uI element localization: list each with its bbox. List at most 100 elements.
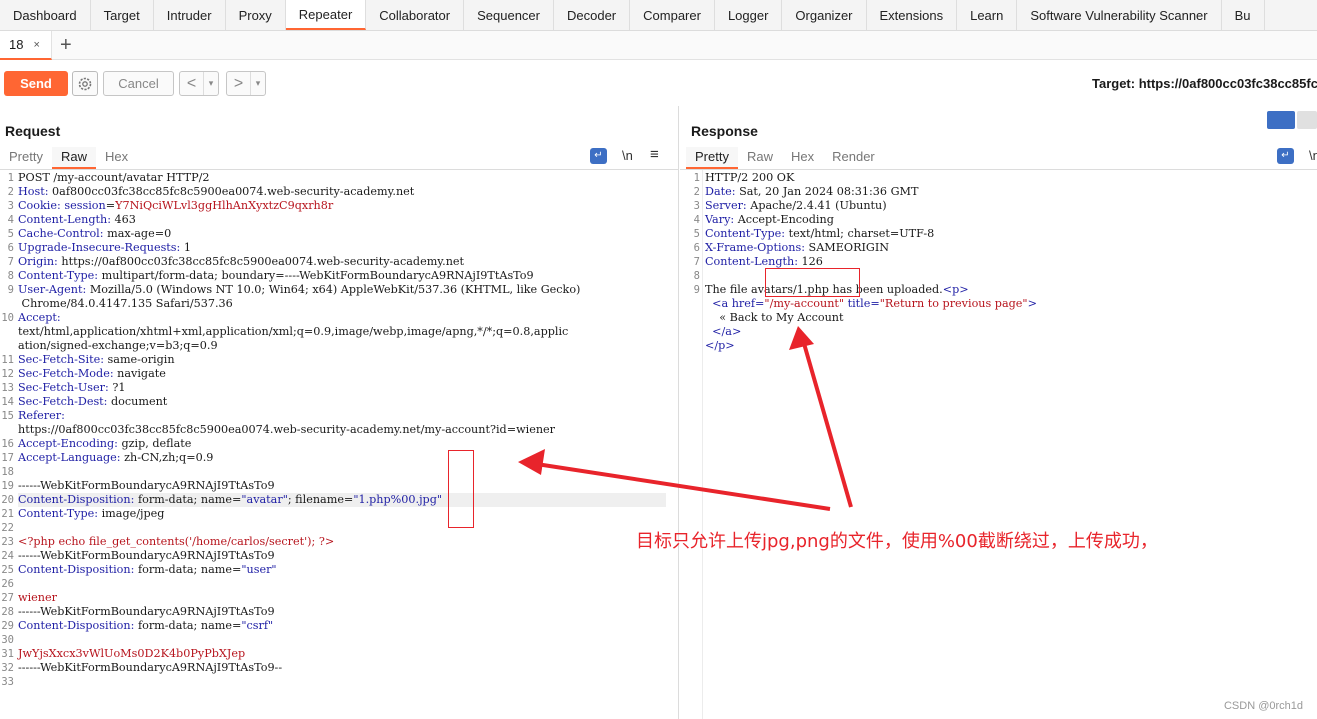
code-token: ------WebKitFormBoundarycA9RNAjI9TtAsTo9 (18, 479, 275, 492)
nav-tab-comparer[interactable]: Comparer (630, 0, 715, 30)
code-token: Content-Length: (705, 255, 798, 268)
code-token: "1.php%00.jpg" (353, 493, 443, 506)
code-line: <a href="/my-account" title="Return to p… (705, 297, 1037, 311)
main-tab-bar: Dashboard Target Intruder Proxy Repeater Coll… (0, 0, 1317, 31)
line-number: 1 (693, 172, 700, 184)
code-token: Mozilla/5.0 (Windows NT 10.0; Win64; x64… (86, 283, 581, 296)
code-line: Accept-Language: zh-CN,zh;q=0.9 (18, 451, 213, 465)
menu-icon[interactable]: ≡ (650, 146, 659, 163)
code-token: form-data; name= (134, 563, 242, 576)
code-token: Sec-Fetch-Mode: (18, 367, 114, 380)
request-tab-hex[interactable]: Hex (96, 147, 137, 169)
code-token: Content-Length: (18, 213, 111, 226)
line-number: 30 (1, 634, 14, 646)
nav-tab-bu[interactable]: Bu (1222, 0, 1265, 30)
wrap-lines-icon[interactable]: ↵ (590, 148, 607, 164)
nav-tab-logger[interactable]: Logger (715, 0, 783, 30)
response-tab-render[interactable]: Render (823, 147, 884, 169)
code-token: Host: (18, 185, 49, 198)
line-number: 7 (7, 256, 14, 268)
response-tab-raw[interactable]: Raw (738, 147, 782, 169)
code-token: Content-Disposition: (18, 563, 135, 576)
code-token: </a> (712, 325, 742, 338)
response-divider (680, 169, 1317, 170)
code-token: User-Agent: (18, 283, 87, 296)
pane-splitter[interactable] (678, 106, 679, 719)
nav-tab-dashboard[interactable]: Dashboard (0, 0, 91, 30)
line-number: 2 (693, 186, 700, 198)
code-token: form-data; name= (134, 493, 242, 506)
line-number: 20 (1, 494, 14, 506)
response-tab-hex[interactable]: Hex (782, 147, 823, 169)
code-token: form-data; name= (134, 619, 242, 632)
line-number: 23 (1, 536, 14, 548)
code-token: Apache/2.4.41 (Ubuntu) (746, 199, 887, 212)
line-number: 8 (7, 270, 14, 282)
code-line: X-Frame-Options: SAMEORIGIN (705, 241, 889, 255)
nav-tab-learn[interactable]: Learn (957, 0, 1018, 30)
line-number: 15 (1, 410, 14, 422)
line-number: 14 (1, 396, 14, 408)
send-button[interactable]: Send (4, 71, 68, 96)
code-line: https://0af800cc03fc38cc85fc8c5900ea0074… (18, 423, 555, 437)
nav-tab-extensions[interactable]: Extensions (867, 0, 958, 30)
cancel-button[interactable]: Cancel (103, 71, 174, 96)
line-number: 29 (1, 620, 14, 632)
code-line: Content-Type: text/html; charset=UTF-8 (705, 227, 934, 241)
code-token: = (105, 199, 116, 212)
line-number: 12 (1, 368, 14, 380)
line-number: 10 (1, 312, 14, 324)
code-token: title= (844, 297, 880, 310)
nav-tab-sequencer[interactable]: Sequencer (464, 0, 554, 30)
code-token: gzip, deflate (117, 437, 192, 450)
back-button[interactable]: < ▾ (179, 71, 219, 96)
close-icon[interactable]: × (33, 39, 39, 51)
request-editor[interactable]: 1 POST /my-account/avatar HTTP/2 2 Host: 0a… (0, 171, 676, 701)
add-tab-icon[interactable]: + (60, 33, 72, 57)
code-token: Date: (705, 185, 736, 198)
code-line: Upgrade-Insecure-Requests: 1 (18, 241, 191, 255)
nav-tab-software-vulnerability-scanner[interactable]: Software Vulnerability Scanner (1017, 0, 1222, 30)
newline-toggle[interactable]: \n (622, 148, 633, 163)
newline-toggle[interactable]: \n (1309, 148, 1317, 163)
forward-button[interactable]: > ▾ (226, 71, 266, 96)
repeater-tab[interactable]: 18 × (0, 31, 52, 60)
code-line: Sec-Fetch-Dest: document (18, 395, 167, 409)
layout-split-icon[interactable] (1267, 111, 1295, 129)
response-tab-pretty[interactable]: Pretty (686, 147, 738, 169)
nav-tab-organizer[interactable]: Organizer (782, 0, 867, 30)
code-line: Cache-Control: max-age=0 (18, 227, 171, 241)
code-line: Origin: https://0af800cc03fc38cc85fc8c59… (18, 255, 464, 269)
code-line: Sec-Fetch-Site: same-origin (18, 353, 175, 367)
response-editor[interactable]: 1 HTTP/2 200 OK 2 Date: Sat, 20 Jan 2024 08… (686, 171, 1316, 701)
code-token: 463 (111, 213, 136, 226)
code-token: Y7NiQciWLvl3ggHlhAnXyxtzC9qxrh8r (115, 199, 334, 212)
settings-button[interactable] (72, 71, 98, 96)
nav-tab-intruder[interactable]: Intruder (154, 0, 226, 30)
nav-tab-collaborator[interactable]: Collaborator (366, 0, 465, 30)
chevron-down-icon[interactable]: ▾ (204, 78, 218, 89)
code-token: Chrome/84.0.4147.135 Safari/537.36 (18, 297, 233, 310)
chevron-down-icon[interactable]: ▾ (251, 78, 265, 89)
code-line: </a> (705, 325, 741, 339)
line-number: 13 (1, 382, 14, 394)
code-token: zh-CN,zh;q=0.9 (120, 451, 214, 464)
code-token: "/my-account" (764, 297, 845, 310)
layout-stack-icon[interactable] (1297, 111, 1317, 129)
code-line: ation/signed-exchange;v=b3;q=0.9 (18, 339, 218, 353)
line-number: 32 (1, 662, 14, 674)
code-token: 0af800cc03fc38cc85fc8c5900ea0074.web-sec… (48, 185, 415, 198)
wrap-lines-icon[interactable]: ↵ (1277, 148, 1294, 164)
line-number: 4 (693, 214, 700, 226)
nav-tab-repeater[interactable]: Repeater (285, 0, 367, 30)
request-tab-raw[interactable]: Raw (51, 147, 96, 169)
request-tab-pretty[interactable]: Pretty (0, 147, 52, 169)
code-token: Accept: (18, 311, 61, 324)
nav-tab-target[interactable]: Target (91, 0, 154, 30)
code-line: ------WebKitFormBoundarycA9RNAjI9TtAsTo9 (18, 479, 275, 493)
watermark: CSDN @0rch1d (1223, 700, 1303, 712)
nav-tab-proxy[interactable]: Proxy (226, 0, 286, 30)
line-number: 16 (1, 438, 14, 450)
line-number: 28 (1, 606, 14, 618)
nav-tab-decoder[interactable]: Decoder (554, 0, 631, 30)
